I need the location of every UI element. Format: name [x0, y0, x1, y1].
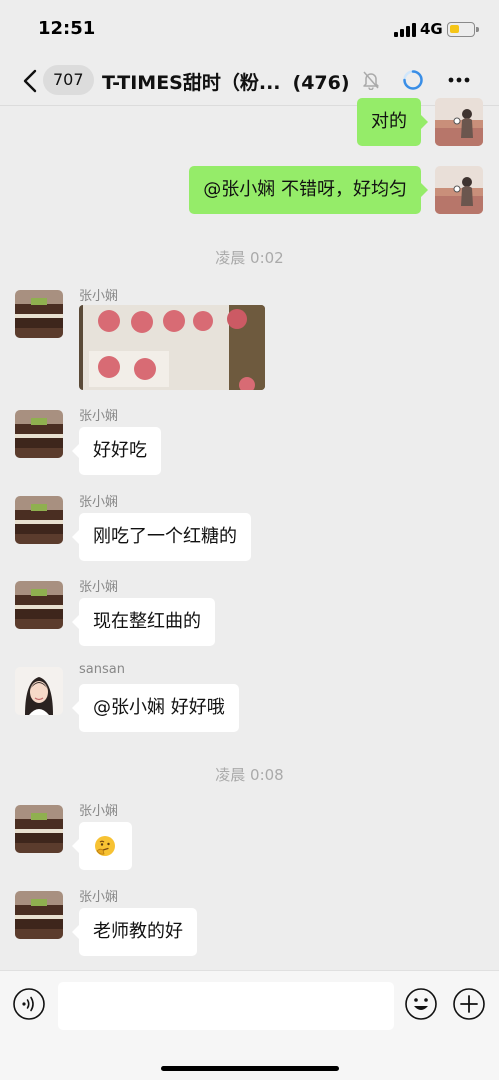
smiley-face-icon[interactable]	[404, 987, 438, 1021]
ellipsis-icon[interactable]	[446, 70, 472, 90]
message-bubble-incoming[interactable]	[72, 822, 132, 870]
avatar-zhangxiaoxian[interactable]	[15, 410, 63, 458]
member-count: (476)	[292, 72, 350, 94]
avatar-zhangxiaoxian[interactable]	[15, 581, 63, 629]
avatar-self[interactable]	[435, 166, 483, 214]
message-row: @张小娴 不错呀，好均匀	[0, 166, 499, 216]
sender-name: 张小娴	[79, 580, 119, 595]
status-time: 12:51	[38, 18, 96, 39]
avatar-zhangxiaoxian[interactable]	[15, 891, 63, 939]
loading-ring-icon	[402, 69, 424, 91]
sender-name: 张小娴	[79, 804, 119, 819]
message-bubble-outgoing[interactable]: 对的	[357, 98, 428, 146]
message-row: 张小娴	[0, 800, 499, 872]
message-row: 对的	[0, 98, 499, 148]
voice-input-icon[interactable]	[12, 987, 46, 1021]
battery-level	[450, 25, 459, 33]
message-row: 张小娴 老师教的好	[0, 886, 499, 958]
message-bubble-incoming[interactable]: 刚吃了一个红糖的	[72, 513, 251, 561]
sender-name: 张小娴	[79, 890, 119, 905]
sender-name: 张小娴	[79, 289, 119, 304]
bell-off-icon	[362, 70, 380, 91]
home-indicator	[161, 1066, 339, 1071]
thinking-face-emoji-icon	[95, 836, 115, 856]
avatar-zhangxiaoxian[interactable]	[15, 805, 63, 853]
message-bubble-incoming[interactable]: 老师教的好	[72, 908, 197, 956]
sender-name: 张小娴	[79, 409, 119, 424]
chevron-left-icon[interactable]	[20, 68, 44, 94]
avatar-self[interactable]	[435, 98, 483, 146]
status-bar: 12:51 4G	[0, 0, 499, 56]
message-input[interactable]	[58, 982, 394, 1030]
signal-strength-icon	[394, 23, 416, 37]
sender-name: sansan	[79, 662, 125, 677]
message-timestamp: 凌晨 0:02	[215, 249, 284, 267]
message-bubble-incoming[interactable]: 好好吃	[72, 427, 161, 475]
message-row: 张小娴 刚吃了一个红糖的	[0, 491, 499, 563]
input-bar	[0, 970, 499, 1080]
message-bubble-incoming[interactable]: @张小娴 好好哦	[72, 684, 239, 732]
battery-icon	[447, 22, 475, 37]
avatar-sansan[interactable]	[15, 667, 63, 715]
message-timestamp: 凌晨 0:08	[215, 766, 284, 784]
add-circle-icon[interactable]	[452, 987, 486, 1021]
unread-count-badge[interactable]: 707	[43, 65, 94, 95]
network-type: 4G	[420, 20, 443, 38]
avatar-zhangxiaoxian[interactable]	[15, 290, 63, 338]
battery-tip	[476, 27, 479, 32]
chat-title[interactable]: T-TIMES甜时（粉... (476)	[102, 68, 364, 95]
message-row: 张小娴 好好吃	[0, 405, 499, 477]
message-row: 张小娴	[0, 285, 499, 395]
message-image[interactable]	[79, 305, 265, 390]
message-row: 张小娴 现在整红曲的	[0, 576, 499, 648]
message-bubble-outgoing[interactable]: @张小娴 不错呀，好均匀	[189, 166, 428, 214]
avatar-zhangxiaoxian[interactable]	[15, 496, 63, 544]
message-row: sansan @张小娴 好好哦	[0, 662, 499, 734]
group-name: T-TIMES甜时（粉...	[102, 72, 281, 94]
sender-name: 张小娴	[79, 495, 119, 510]
message-bubble-incoming[interactable]: 现在整红曲的	[72, 598, 215, 646]
